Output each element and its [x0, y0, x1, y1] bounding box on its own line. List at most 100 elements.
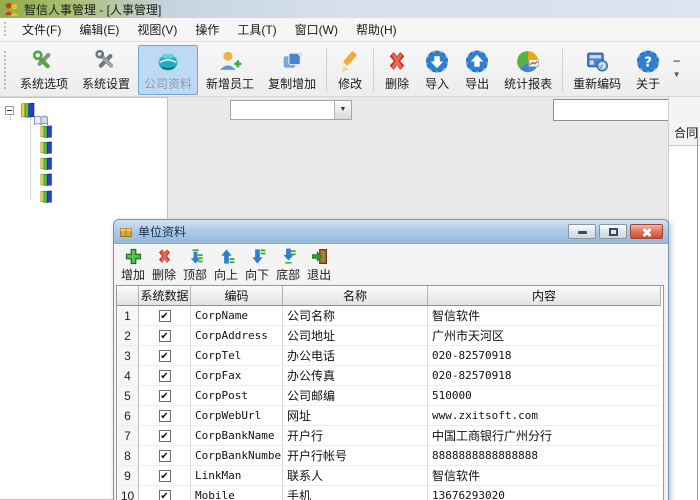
column-header[interactable]: 编码 — [191, 286, 283, 306]
checkbox-checked-icon[interactable]: ✔ — [158, 389, 171, 402]
toolbar-button-recode[interactable]: 重新编码 — [567, 45, 627, 95]
value-cell[interactable]: 智信软件 — [428, 306, 661, 326]
tree-child-node[interactable] — [38, 189, 55, 204]
dialog-button-move-top[interactable]: 顶部 — [180, 246, 210, 284]
tree-child-node[interactable] — [38, 156, 55, 171]
code-cell[interactable]: CorpAddress — [191, 326, 283, 346]
table-row[interactable]: 7 ✔ CorpBankName 开户行 中国工商银行广州分行 — [117, 426, 663, 446]
system-data-cell[interactable]: ✔ — [139, 326, 191, 346]
value-cell[interactable]: 020-82570918 — [428, 366, 661, 386]
menu-item[interactable]: 编辑(E) — [70, 18, 128, 41]
toolbar-button-edit[interactable]: 修改 — [331, 45, 369, 95]
tree-collapse-icon[interactable] — [5, 105, 14, 115]
name-cell[interactable]: 公司地址 — [283, 326, 428, 346]
checkbox-checked-icon[interactable]: ✔ — [158, 349, 171, 362]
table-row[interactable]: 10 ✔ Mobile 手机 13676293020 — [117, 486, 663, 500]
name-cell[interactable]: 公司邮编 — [283, 386, 428, 406]
toolbar-button-delete[interactable]: 删除 — [378, 45, 416, 95]
table-row[interactable]: 9 ✔ LinkMan 联系人 智信软件 — [117, 466, 663, 486]
checkbox-checked-icon[interactable]: ✔ — [158, 489, 171, 500]
toolbar-button-report[interactable]: 统计报表 — [498, 45, 558, 95]
name-cell[interactable]: 办公传真 — [283, 366, 428, 386]
code-cell[interactable]: CorpWebUrl — [191, 406, 283, 426]
toolbar-button-tools[interactable]: 系统设置 — [76, 45, 136, 95]
toolbar-grip-handle[interactable] — [3, 50, 8, 90]
value-cell[interactable]: 智信软件 — [428, 466, 661, 486]
name-cell[interactable]: 公司名称 — [283, 306, 428, 326]
table-row[interactable]: 2 ✔ CorpAddress 公司地址 广州市天河区 — [117, 326, 663, 346]
name-cell[interactable]: 办公电话 — [283, 346, 428, 366]
name-cell[interactable]: 开户行 — [283, 426, 428, 446]
system-data-cell[interactable]: ✔ — [139, 346, 191, 366]
toolbar-button-user-add[interactable]: 新增员工 — [200, 45, 260, 95]
toolbar-button-about[interactable]: 关于 — [629, 45, 667, 95]
combobox-value[interactable] — [231, 101, 334, 119]
toolbar-button-company[interactable]: 公司资料 — [138, 45, 199, 95]
toolbar-overflow-button[interactable]: ▔ ▼ — [670, 61, 683, 79]
value-cell[interactable]: 510000 — [428, 386, 661, 406]
table-row[interactable]: 4 ✔ CorpFax 办公传真 020-82570918 — [117, 366, 663, 386]
code-cell[interactable]: CorpBankName — [191, 426, 283, 446]
value-cell[interactable]: www.zxitsoft.com — [428, 406, 661, 426]
code-cell[interactable]: CorpPost — [191, 386, 283, 406]
tree-child-node[interactable] — [38, 172, 55, 187]
table-row[interactable]: 8 ✔ CorpBankNumber 开户行帐号 8888888888888888 — [117, 446, 663, 466]
menu-item[interactable]: 操作 — [186, 18, 228, 41]
dialog-button-delete[interactable]: 删除 — [149, 246, 179, 284]
checkbox-checked-icon[interactable]: ✔ — [158, 309, 171, 322]
name-cell[interactable]: 开户行帐号 — [283, 446, 428, 466]
menu-item[interactable]: 视图(V) — [128, 18, 186, 41]
checkbox-checked-icon[interactable]: ✔ — [158, 429, 171, 442]
column-header[interactable]: 名称 — [283, 286, 428, 306]
table-row[interactable]: 5 ✔ CorpPost 公司邮编 510000 — [117, 386, 663, 406]
toolbar-button-import[interactable]: 导入 — [418, 45, 456, 95]
filter-combobox[interactable]: ▼ — [230, 100, 352, 120]
name-cell[interactable]: 手机 — [283, 486, 428, 500]
checkbox-checked-icon[interactable]: ✔ — [158, 369, 171, 382]
code-cell[interactable]: CorpName — [191, 306, 283, 326]
maximize-button[interactable] — [599, 224, 627, 239]
system-data-cell[interactable]: ✔ — [139, 306, 191, 326]
menu-item[interactable]: 文件(F) — [13, 18, 70, 41]
value-cell[interactable]: 广州市天河区 — [428, 326, 661, 346]
dialog-button-move-up[interactable]: 向上 — [211, 246, 241, 284]
menu-item[interactable]: 帮助(H) — [347, 18, 406, 41]
table-row[interactable]: 6 ✔ CorpWebUrl 网址 www.zxitsoft.com — [117, 406, 663, 426]
column-header-rownum[interactable] — [117, 286, 139, 306]
value-cell[interactable]: 8888888888888888 — [428, 446, 661, 466]
checkbox-checked-icon[interactable]: ✔ — [158, 449, 171, 462]
dialog-button-add[interactable]: 增加 — [118, 246, 148, 284]
code-cell[interactable]: Mobile — [191, 486, 283, 500]
dialog-button-exit[interactable]: 退出 — [304, 246, 334, 284]
value-cell[interactable]: 中国工商银行广州分行 — [428, 426, 661, 446]
toolbar-button-export[interactable]: 导出 — [458, 45, 496, 95]
tree-child-node[interactable] — [38, 124, 55, 139]
column-header[interactable]: 系统数据 — [139, 286, 191, 306]
tree-child-node[interactable] — [38, 140, 55, 155]
close-button[interactable] — [630, 224, 663, 239]
column-header[interactable]: 内容 — [428, 286, 661, 306]
system-data-cell[interactable]: ✔ — [139, 406, 191, 426]
value-cell[interactable]: 020-82570918 — [428, 346, 661, 366]
system-data-cell[interactable]: ✔ — [139, 486, 191, 500]
code-cell[interactable]: CorpFax — [191, 366, 283, 386]
value-cell[interactable]: 13676293020 — [428, 486, 661, 500]
checkbox-checked-icon[interactable]: ✔ — [158, 469, 171, 482]
toolbar-button-wrench[interactable]: 系统选项 — [14, 45, 74, 95]
column-header-contract[interactable]: 合同 — [669, 97, 700, 146]
table-row[interactable]: 3 ✔ CorpTel 办公电话 020-82570918 — [117, 346, 663, 366]
chevron-down-icon[interactable]: ▼ — [334, 101, 351, 119]
minimize-button[interactable] — [568, 224, 596, 239]
system-data-cell[interactable]: ✔ — [139, 466, 191, 486]
code-cell[interactable]: CorpTel — [191, 346, 283, 366]
dialog-button-move-bottom[interactable]: 底部 — [273, 246, 303, 284]
table-row[interactable]: 1 ✔ CorpName 公司名称 智信软件 — [117, 306, 663, 326]
menu-item[interactable]: 工具(T) — [228, 18, 285, 41]
code-cell[interactable]: CorpBankNumber — [191, 446, 283, 466]
system-data-cell[interactable]: ✔ — [139, 386, 191, 406]
checkbox-checked-icon[interactable]: ✔ — [158, 329, 171, 342]
system-data-cell[interactable]: ✔ — [139, 426, 191, 446]
menubar-grip-handle[interactable] — [3, 21, 8, 38]
checkbox-checked-icon[interactable]: ✔ — [158, 409, 171, 422]
name-cell[interactable]: 网址 — [283, 406, 428, 426]
